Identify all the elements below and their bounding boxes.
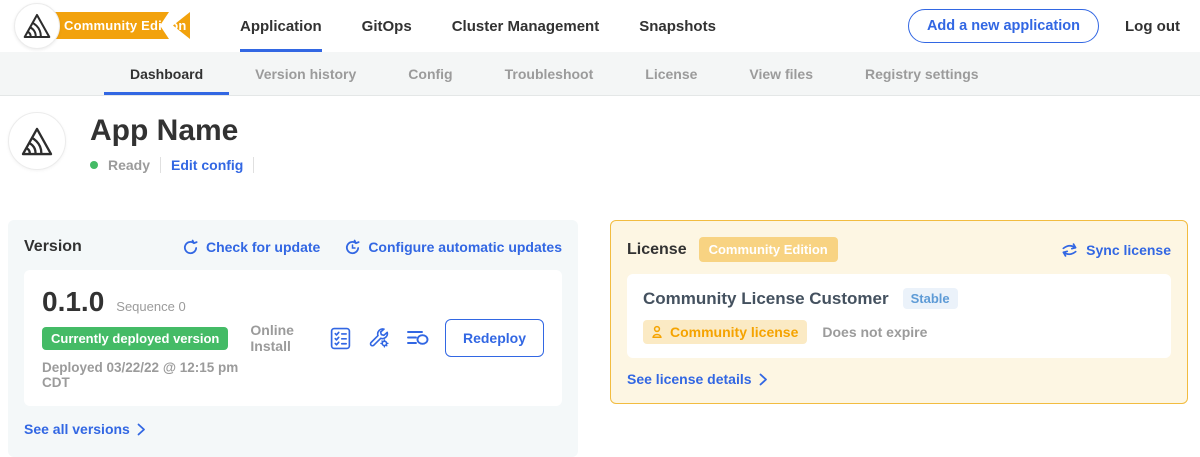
license-details-panel: Community License Customer Stable Commun… [627,274,1171,358]
license-card-header: License Community Edition Sync license [627,237,1171,262]
divider [160,157,161,173]
deployed-timestamp: Deployed 03/22/22 @ 12:15 pm CDT [42,360,250,390]
version-card-title: Version [24,238,82,256]
sequence-label: Sequence 0 [116,299,185,314]
license-expiration: Does not expire [822,324,927,340]
license-card-title: License [627,241,687,259]
preflight-checks-icon[interactable] [329,327,352,350]
channel-badge: Stable [903,288,958,309]
subnav-tab-license[interactable]: License [619,52,723,95]
license-card: License Community Edition Sync license C… [610,220,1188,404]
app-header: App Name Ready Edit config [0,96,1200,214]
community-edition-badge: Community Edition [699,237,838,262]
edit-config-icon[interactable] [367,326,391,350]
app-header-info: App Name Ready Edit config [90,112,254,173]
chevron-right-icon [759,373,768,386]
add-new-application-button[interactable]: Add a new application [908,9,1099,43]
app-logo-icon [21,127,53,156]
brand-logo-circle [14,3,60,49]
subnav-tab-dashboard[interactable]: Dashboard [104,52,229,95]
nav-tab-snapshots[interactable]: Snapshots [639,0,716,52]
top-nav-bar: Community Edition Application GitOps Clu… [0,0,1200,52]
page-title: App Name [90,114,254,147]
status-badge: Ready [108,157,150,173]
log-out-link[interactable]: Log out [1125,18,1180,35]
app-status-row: Ready Edit config [90,157,254,173]
replicated-logo-icon [23,13,51,39]
current-version-panel: 0.1.0 Sequence 0 Currently deployed vers… [24,270,562,406]
see-license-details-label: See license details [627,371,752,387]
dashboard-cards: Version Check for update Configure au [0,214,1200,457]
version-actions: Online Install [250,319,544,357]
check-for-update-link[interactable]: Check for update [182,239,320,256]
version-details: 0.1.0 Sequence 0 Currently deployed vers… [42,286,250,390]
nav-tab-application[interactable]: Application [240,0,322,52]
chevron-right-icon [137,423,146,436]
subnav-tab-view-files[interactable]: View files [723,52,839,95]
see-license-details-link[interactable]: See license details [627,371,1171,387]
secondary-nav: Dashboard Version history Config Trouble… [0,52,1200,96]
subnav-tab-troubleshoot[interactable]: Troubleshoot [479,52,620,95]
primary-nav: Application GitOps Cluster Management Sn… [240,0,716,52]
license-card-actions: Sync license [1060,242,1171,258]
install-type-label: Online Install [250,322,311,354]
edit-config-link[interactable]: Edit config [171,157,243,173]
redeploy-button[interactable]: Redeploy [445,319,544,357]
sync-license-link[interactable]: Sync license [1060,242,1171,258]
divider [253,157,254,173]
nav-tab-gitops[interactable]: GitOps [362,0,412,52]
version-card-header: Version Check for update Configure au [24,238,562,256]
sync-icon [1060,242,1079,258]
version-card-actions: Check for update Configure automatic upd… [182,239,562,256]
subnav-tab-config[interactable]: Config [382,52,478,95]
version-number: 0.1.0 [42,286,104,318]
license-type-badge: Community license [643,320,807,344]
license-type-label: Community license [670,324,798,340]
brand-badge: Community Edition [12,0,218,52]
top-bar-actions: Add a new application Log out [908,0,1180,52]
customer-name: Community License Customer [643,289,889,309]
configure-automatic-updates-label: Configure automatic updates [368,239,562,255]
sync-license-label: Sync license [1086,242,1171,258]
see-all-versions-label: See all versions [24,421,130,437]
status-dot [90,161,98,169]
check-for-update-label: Check for update [206,239,320,255]
see-all-versions-link[interactable]: See all versions [24,421,562,437]
configure-automatic-updates-link[interactable]: Configure automatic updates [344,239,562,256]
subnav-tab-registry-settings[interactable]: Registry settings [839,52,1005,95]
auto-update-schedule-icon [344,239,361,256]
deploy-logs-icon[interactable] [406,327,430,349]
community-edition-label: Community Edition [64,12,164,39]
version-card: Version Check for update Configure au [8,220,578,457]
refresh-icon [182,239,199,256]
app-avatar [8,112,66,170]
person-icon [650,325,664,339]
nav-tab-cluster-management[interactable]: Cluster Management [452,0,600,52]
subnav-tab-version-history[interactable]: Version history [229,52,382,95]
currently-deployed-badge: Currently deployed version [42,327,228,350]
